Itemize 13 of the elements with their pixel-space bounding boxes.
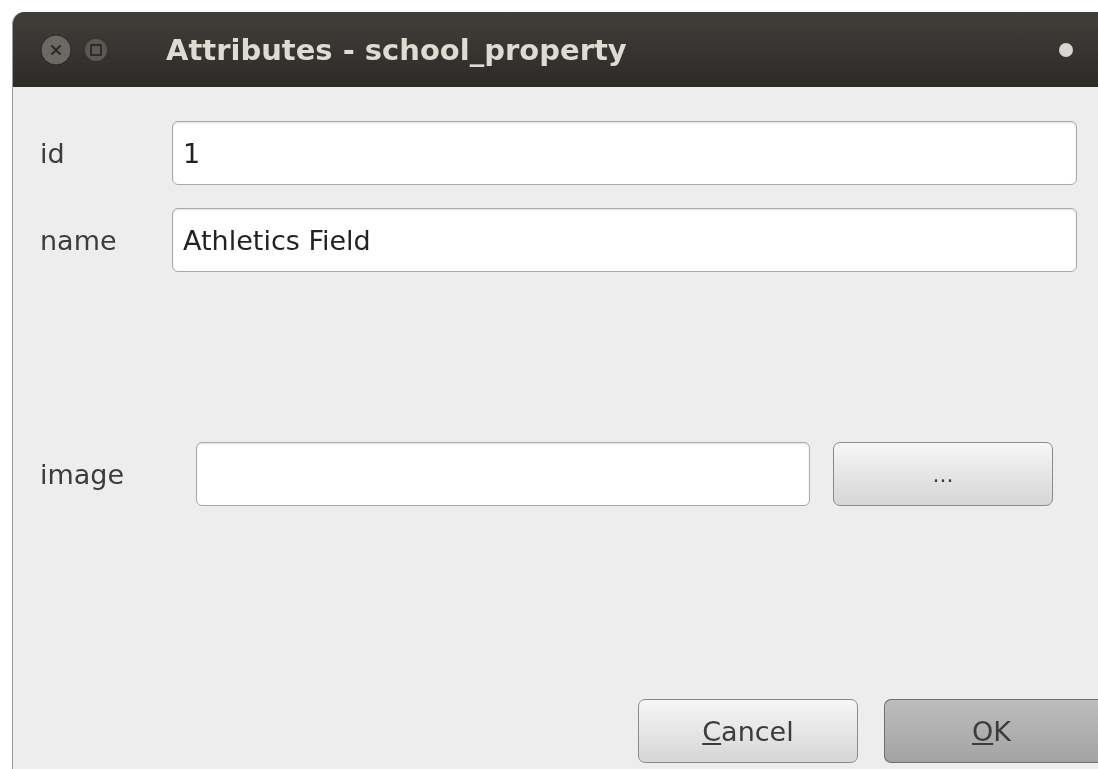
ok-button[interactable]: OK [884, 699, 1098, 763]
close-icon[interactable] [40, 33, 72, 66]
field-label: image [40, 458, 126, 490]
dot-icon [1058, 41, 1074, 58]
cancel-button[interactable]: Cancel [638, 699, 858, 763]
input-field[interactable] [196, 442, 810, 506]
maximize-icon[interactable] [84, 37, 108, 62]
field-label: id [40, 137, 66, 169]
input-field[interactable]: 1 [172, 121, 1077, 185]
window-title: Attributes - school_property [166, 32, 627, 67]
field-label: name [40, 224, 118, 256]
input-field[interactable]: Athletics Field [172, 208, 1077, 272]
browse-button[interactable]: ... [833, 442, 1053, 506]
